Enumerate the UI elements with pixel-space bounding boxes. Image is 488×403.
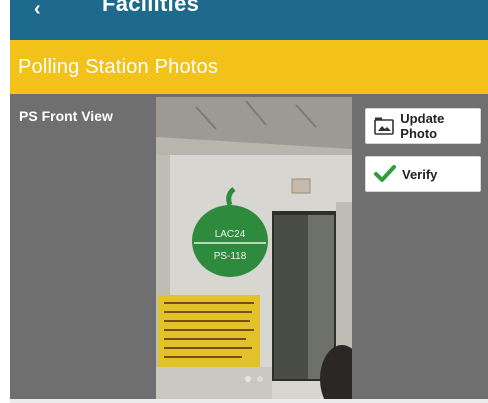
checkmark-icon [370, 159, 400, 189]
photo-image: LAC24 PS-118 [156, 97, 352, 399]
carousel-dot[interactable] [257, 376, 263, 382]
emblem-text-top: LAC24 [215, 229, 246, 240]
update-photo-label: Update Photo [400, 111, 445, 141]
photo-label: PS Front View [19, 108, 113, 124]
photo-panel: PS Front View LAC24 PS-118 Update Photo … [10, 94, 488, 399]
bottom-divider [10, 399, 488, 403]
app-header: ‹ Facilities [10, 0, 488, 40]
emblem-text-bottom: PS-118 [214, 251, 247, 262]
carousel-dot[interactable] [245, 376, 251, 382]
page-title: Facilities [102, 0, 200, 16]
app-screen: ‹ Facilities Polling Station Photos PS F… [10, 0, 488, 403]
update-photo-button[interactable]: Update Photo [365, 108, 481, 144]
verify-label: Verify [402, 166, 438, 182]
verify-button[interactable]: Verify [365, 156, 481, 192]
back-arrow-icon[interactable]: ‹ [34, 0, 41, 21]
section-title: Polling Station Photos [18, 56, 219, 78]
section-header: Polling Station Photos [10, 40, 488, 94]
carousel-indicator [156, 369, 352, 387]
polling-station-photo[interactable]: LAC24 PS-118 [156, 97, 352, 399]
photo-icon [370, 111, 398, 141]
